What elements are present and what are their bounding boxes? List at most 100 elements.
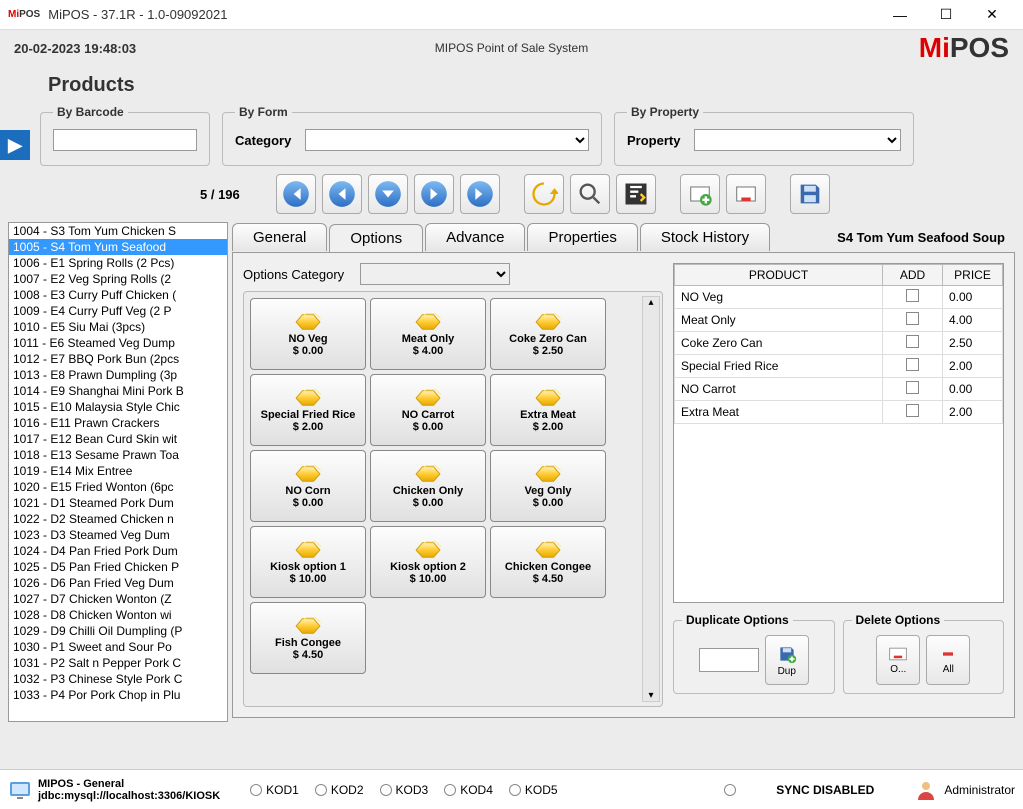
product-list-item[interactable]: 1005 - S4 Tom Yum Seafood <box>9 239 227 255</box>
kod-radio[interactable]: KOD1 <box>250 783 299 797</box>
first-button[interactable] <box>276 174 316 214</box>
option-tile[interactable]: Kiosk option 1$ 10.00 <box>250 526 366 598</box>
tab-stock-history[interactable]: Stock History <box>640 223 770 251</box>
product-list-item[interactable]: 1008 - E3 Curry Puff Chicken ( <box>9 287 227 303</box>
option-tile[interactable]: NO Corn$ 0.00 <box>250 450 366 522</box>
scroll-down-icon[interactable]: ▾ <box>648 690 653 701</box>
delete-all-button[interactable]: All <box>926 635 970 685</box>
product-list-item[interactable]: 1031 - P2 Salt n Pepper Pork C <box>9 655 227 671</box>
dup-input[interactable] <box>699 648 759 672</box>
product-list-item[interactable]: 1023 - D3 Steamed Veg Dum <box>9 527 227 543</box>
kod-radio[interactable]: KOD3 <box>380 783 429 797</box>
table-row[interactable]: Special Fried Rice2.00 <box>675 355 1003 378</box>
refresh-button[interactable] <box>524 174 564 214</box>
option-tile[interactable]: Coke Zero Can$ 2.50 <box>490 298 606 370</box>
option-tile[interactable]: Special Fried Rice$ 2.00 <box>250 374 366 446</box>
product-list-item[interactable]: 1027 - D7 Chicken Wonton (Z <box>9 591 227 607</box>
product-list-item[interactable]: 1004 - S3 Tom Yum Chicken S <box>9 223 227 239</box>
category-select[interactable] <box>305 129 589 151</box>
product-list-item[interactable]: 1019 - E14 Mix Entree <box>9 463 227 479</box>
product-list-item[interactable]: 1013 - E8 Prawn Dumpling (3p <box>9 367 227 383</box>
product-list-item[interactable]: 1022 - D2 Steamed Chicken n <box>9 511 227 527</box>
product-list-item[interactable]: 1032 - P3 Chinese Style Pork C <box>9 671 227 687</box>
table-row[interactable]: NO Carrot0.00 <box>675 378 1003 401</box>
add-checkbox[interactable] <box>906 312 919 325</box>
search-button[interactable] <box>570 174 610 214</box>
minimize-button[interactable]: — <box>877 0 923 30</box>
add-button[interactable] <box>680 174 720 214</box>
product-list-item[interactable]: 1009 - E4 Curry Puff Veg (2 P <box>9 303 227 319</box>
close-button[interactable]: ✕ <box>969 0 1015 30</box>
product-list-item[interactable]: 1029 - D9 Chilli Oil Dumpling (P <box>9 623 227 639</box>
tab-properties[interactable]: Properties <box>527 223 637 251</box>
product-list-item[interactable]: 1030 - P1 Sweet and Sour Po <box>9 639 227 655</box>
add-checkbox[interactable] <box>906 381 919 394</box>
product-list-item[interactable]: 1016 - E11 Prawn Crackers <box>9 415 227 431</box>
next-button[interactable] <box>414 174 454 214</box>
maximize-button[interactable]: ☐ <box>923 0 969 30</box>
table-row[interactable]: NO Veg0.00 <box>675 286 1003 309</box>
remove-button[interactable] <box>726 174 766 214</box>
product-list-item[interactable]: 1024 - D4 Pan Fried Pork Dum <box>9 543 227 559</box>
option-tile[interactable]: Fish Congee$ 4.50 <box>250 602 366 674</box>
product-list-item[interactable]: 1026 - D6 Pan Fried Veg Dum <box>9 575 227 591</box>
product-list-item[interactable]: 1015 - E10 Malaysia Style Chic <box>9 399 227 415</box>
add-checkbox[interactable] <box>906 335 919 348</box>
scroll-up-icon[interactable]: ▴ <box>648 297 653 308</box>
option-tile[interactable]: Chicken Only$ 0.00 <box>370 450 486 522</box>
add-checkbox[interactable] <box>906 404 919 417</box>
kod-radio[interactable]: KOD2 <box>315 783 364 797</box>
sync-radio[interactable] <box>724 784 736 796</box>
table-row[interactable]: Meat Only4.00 <box>675 309 1003 332</box>
sidebar-toggle-button[interactable]: ▶ <box>0 130 30 160</box>
form-filter: By Form Category <box>222 105 602 166</box>
add-checkbox[interactable] <box>906 289 919 302</box>
kod-radio[interactable]: KOD5 <box>509 783 558 797</box>
delete-one-button[interactable]: O... <box>876 635 920 685</box>
product-list-item[interactable]: 1028 - D8 Chicken Wonton wi <box>9 607 227 623</box>
col-product: PRODUCT <box>675 265 883 286</box>
down-button[interactable] <box>368 174 408 214</box>
product-list-item[interactable]: 1010 - E5 Siu Mai (3pcs) <box>9 319 227 335</box>
option-tile[interactable]: Chicken Congee$ 4.50 <box>490 526 606 598</box>
product-list-item[interactable]: 1014 - E9 Shanghai Mini Pork B <box>9 383 227 399</box>
product-list[interactable]: 1004 - S3 Tom Yum Chicken S1005 - S4 Tom… <box>8 222 228 722</box>
product-list-item[interactable]: 1018 - E13 Sesame Prawn Toa <box>9 447 227 463</box>
product-list-item[interactable]: 1006 - E1 Spring Rolls (2 Pcs) <box>9 255 227 271</box>
user-icon <box>914 778 938 802</box>
add-checkbox[interactable] <box>906 358 919 371</box>
property-label: Property <box>627 133 680 148</box>
option-tile[interactable]: NO Carrot$ 0.00 <box>370 374 486 446</box>
product-list-item[interactable]: 1020 - E15 Fried Wonton (6pc <box>9 479 227 495</box>
product-list-item[interactable]: 1007 - E2 Veg Spring Rolls (2 <box>9 271 227 287</box>
tab-general[interactable]: General <box>232 223 327 251</box>
table-row[interactable]: Coke Zero Can2.50 <box>675 332 1003 355</box>
barcode-input[interactable] <box>53 129 197 151</box>
prev-button[interactable] <box>322 174 362 214</box>
product-list-item[interactable]: 1025 - D5 Pan Fried Chicken P <box>9 559 227 575</box>
table-row[interactable]: Extra Meat2.00 <box>675 401 1003 424</box>
option-tile[interactable]: Meat Only$ 4.00 <box>370 298 486 370</box>
product-list-item[interactable]: 1021 - D1 Steamed Pork Dum <box>9 495 227 511</box>
status-bar: MIPOS - General jdbc:mysql://localhost:3… <box>0 769 1023 809</box>
option-tile[interactable]: Kiosk option 2$ 10.00 <box>370 526 486 598</box>
option-tile[interactable]: Extra Meat$ 2.00 <box>490 374 606 446</box>
tab-advance[interactable]: Advance <box>425 223 525 251</box>
sort-button[interactable] <box>616 174 656 214</box>
product-list-item[interactable]: 1033 - P4 Por Pork Chop in Plu <box>9 687 227 703</box>
property-select[interactable] <box>694 129 901 151</box>
options-category-select[interactable] <box>360 263 510 285</box>
option-tile[interactable]: Veg Only$ 0.00 <box>490 450 606 522</box>
del-legend: Delete Options <box>852 613 945 627</box>
user-label: Administrator <box>944 783 1015 797</box>
kod-radio[interactable]: KOD4 <box>444 783 493 797</box>
option-tile[interactable]: NO Veg$ 0.00 <box>250 298 366 370</box>
product-list-item[interactable]: 1012 - E7 BBQ Pork Bun (2pcs <box>9 351 227 367</box>
tab-options[interactable]: Options <box>329 224 423 252</box>
last-button[interactable] <box>460 174 500 214</box>
product-list-item[interactable]: 1017 - E12 Bean Curd Skin wit <box>9 431 227 447</box>
dup-button[interactable]: Dup <box>765 635 809 685</box>
options-scrollbar[interactable]: ▴ ▾ <box>642 296 660 702</box>
product-list-item[interactable]: 1011 - E6 Steamed Veg Dump <box>9 335 227 351</box>
save-button[interactable] <box>790 174 830 214</box>
